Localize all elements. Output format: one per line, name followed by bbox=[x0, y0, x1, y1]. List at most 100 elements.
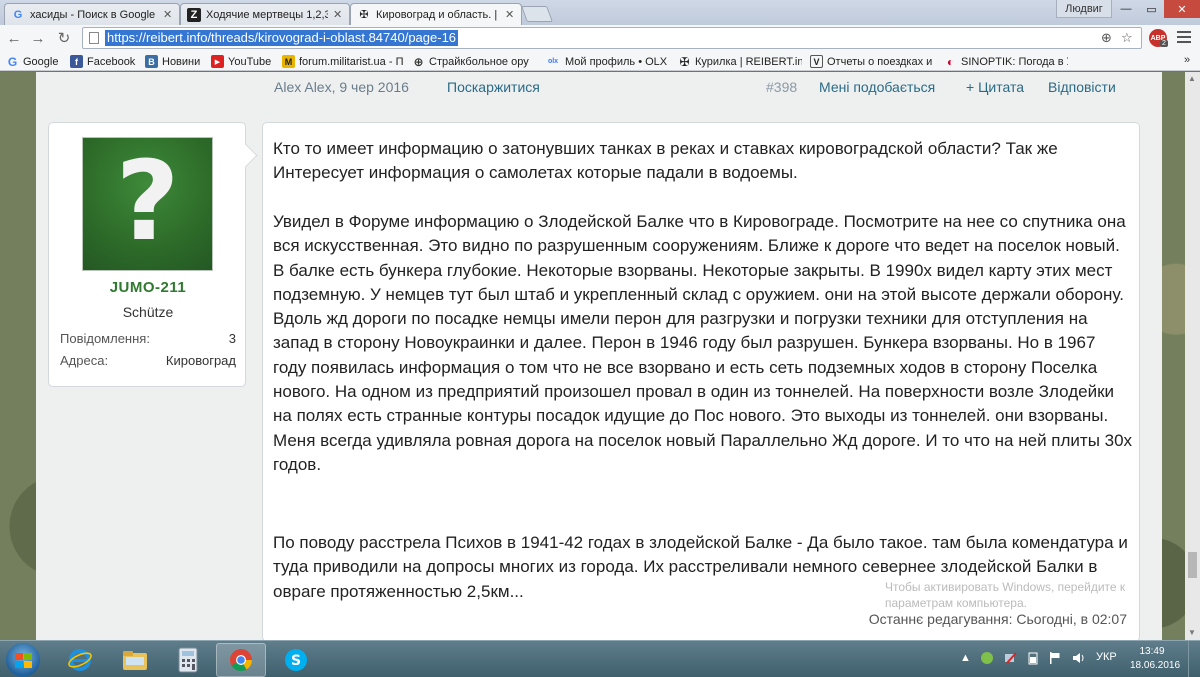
calculator-icon bbox=[178, 647, 198, 673]
reibert-cross-icon: ✠ bbox=[679, 54, 690, 69]
post-message: Кто то имеет информацию о затонувших тан… bbox=[262, 122, 1140, 640]
google-icon: G bbox=[13, 8, 23, 21]
profile-button[interactable]: Людвиг bbox=[1056, 0, 1112, 18]
tray-expand-icon[interactable]: ▲ bbox=[960, 652, 971, 664]
taskbar-explorer[interactable] bbox=[110, 643, 160, 677]
battery-icon[interactable] bbox=[1028, 651, 1038, 668]
zoom-icon[interactable]: ⊕ bbox=[1101, 30, 1112, 46]
bookmark-label: Курилка | REIBERT.inf bbox=[695, 55, 802, 68]
bookmark-label: YouTube bbox=[228, 55, 272, 68]
forward-arrow-icon[interactable]: → bbox=[28, 28, 48, 48]
more-bookmarks-icon[interactable]: » bbox=[1184, 54, 1190, 66]
reibert-cross-icon: ✠ bbox=[359, 9, 369, 21]
bookmark-label: Facebook bbox=[87, 55, 136, 68]
bookmark-airsoft[interactable]: ⊕ Страйкбольное ору bbox=[412, 54, 536, 69]
bookmark-label: Новини bbox=[162, 55, 201, 68]
post-author-date[interactable]: Alex Alex, 9 чер 2016 bbox=[274, 79, 409, 95]
watermark-line: Чтобы активировать Windows, перейдите к bbox=[885, 580, 1126, 594]
previous-post-meta: Alex Alex, 9 чер 2016 Поскаржитися #398 … bbox=[272, 72, 1162, 104]
v-site-icon: V bbox=[810, 55, 823, 68]
watermark-line: параметрам компьютера. bbox=[885, 596, 1027, 610]
bookmark-label: forum.militarist.ua - П bbox=[299, 55, 404, 68]
quote-link[interactable]: + Цитата bbox=[966, 79, 1024, 95]
tab-title: хасиды - Поиск в Google bbox=[30, 8, 156, 21]
show-desktop-button[interactable] bbox=[1188, 641, 1200, 677]
taskbar-skype[interactable]: S bbox=[271, 643, 321, 677]
bookmark-label: SINOPTIK: Погода в У bbox=[961, 55, 1068, 68]
z-site-icon: Z bbox=[187, 7, 201, 22]
bookmark-google[interactable]: G Google bbox=[6, 54, 59, 69]
skype-icon: S bbox=[285, 649, 307, 671]
news-icon: B bbox=[145, 55, 158, 68]
username-link[interactable]: JUMO-211 bbox=[49, 279, 247, 296]
maximize-button[interactable]: ▭ bbox=[1139, 0, 1164, 18]
folder-icon bbox=[123, 651, 147, 670]
start-button[interactable] bbox=[6, 643, 40, 677]
close-tab-icon[interactable]: ✕ bbox=[333, 8, 343, 21]
post-number-link[interactable]: #398 bbox=[766, 79, 797, 95]
page-scrollbar[interactable]: ▲ ▼ bbox=[1185, 72, 1200, 640]
bookmark-star-icon[interactable]: ☆ bbox=[1121, 30, 1133, 46]
clock[interactable]: 13:49 18.06.2016 bbox=[1130, 645, 1181, 673]
web-page: Alex Alex, 9 чер 2016 Поскаржитися #398 … bbox=[0, 72, 1200, 640]
address-bar[interactable]: https://reibert.info/threads/kirovograd-… bbox=[82, 27, 1142, 49]
close-window-button[interactable]: ✕ bbox=[1164, 0, 1200, 18]
location-label: Адреса: bbox=[60, 353, 109, 368]
tab-kirovograd[interactable]: ✠ Кировоград и область. | С ✕ bbox=[350, 3, 522, 25]
taskbar-calculator[interactable] bbox=[163, 643, 213, 677]
bookmark-militarist[interactable]: M forum.militarist.ua - П bbox=[282, 54, 404, 69]
bookmark-sinoptik[interactable]: ◐ SINOPTIK: Погода в У bbox=[944, 54, 1068, 69]
new-tab-button[interactable] bbox=[521, 6, 553, 22]
avatar[interactable]: ? bbox=[82, 137, 213, 271]
close-tab-icon[interactable]: ✕ bbox=[505, 8, 515, 21]
posts-label: Повідомлення: bbox=[60, 331, 150, 346]
menu-icon[interactable] bbox=[1177, 31, 1191, 45]
post-paragraph-2: Увидел в Форуме информацию о Злодейской … bbox=[273, 212, 1133, 474]
bookmark-kurilka[interactable]: ✠ Курилка | REIBERT.inf bbox=[678, 54, 802, 69]
taskbar-chrome[interactable] bbox=[216, 643, 266, 677]
windows-taskbar: S ▲ УКР 13:49 18.06.2016 bbox=[0, 640, 1200, 677]
internet-explorer-icon bbox=[68, 649, 92, 671]
scroll-down-icon[interactable]: ▼ bbox=[1188, 628, 1196, 637]
reply-link[interactable]: Відповісти bbox=[1048, 79, 1116, 95]
posts-count-link[interactable]: 3 bbox=[229, 331, 236, 346]
bookmark-news[interactable]: B Новини bbox=[145, 54, 200, 69]
bookmark-facebook[interactable]: f Facebook bbox=[70, 54, 135, 69]
tab-title: Ходячие мертвецы 1,2,3, bbox=[206, 8, 328, 21]
tray-app-icon[interactable] bbox=[980, 651, 994, 668]
back-arrow-icon[interactable]: ← bbox=[4, 28, 24, 48]
scrollbar-thumb[interactable] bbox=[1188, 552, 1197, 578]
tab-google-search[interactable]: G хасиды - Поиск в Google ✕ bbox=[4, 3, 180, 25]
clock-date: 18.06.2016 bbox=[1130, 660, 1181, 671]
tab-walking-dead[interactable]: Z Ходячие мертвецы 1,2,3, ✕ bbox=[180, 3, 350, 25]
close-tab-icon[interactable]: ✕ bbox=[163, 8, 173, 21]
network-icon[interactable] bbox=[1004, 651, 1018, 668]
location-value: Кировоград bbox=[165, 353, 236, 368]
page-icon bbox=[89, 32, 99, 44]
taskbar-internet-explorer[interactable] bbox=[55, 643, 105, 677]
olx-icon: olx bbox=[547, 58, 559, 65]
volume-icon[interactable] bbox=[1072, 651, 1086, 668]
chrome-icon bbox=[230, 649, 252, 671]
minimize-button[interactable]: — bbox=[1113, 0, 1139, 18]
user-location-stat: Адреса: Кировоград bbox=[60, 353, 236, 368]
scroll-up-icon[interactable]: ▲ bbox=[1188, 74, 1196, 83]
facebook-icon: f bbox=[70, 55, 83, 68]
bookmark-olx[interactable]: olx Мой профиль • OLX. bbox=[545, 54, 667, 69]
language-indicator[interactable]: УКР bbox=[1096, 651, 1117, 663]
last-edited-note: Останнє редагування: Сьогодні, в 02:07 bbox=[868, 611, 1127, 627]
youtube-icon: ▶ bbox=[211, 55, 224, 68]
bookmark-youtube[interactable]: ▶ YouTube bbox=[211, 54, 271, 69]
browser-toolbar: ← → ↻ https://reibert.info/threads/kirov… bbox=[0, 25, 1200, 51]
bookmark-trip-reports[interactable]: V Отчеты о поездках и bbox=[810, 54, 936, 69]
report-link[interactable]: Поскаржитися bbox=[447, 79, 540, 95]
url-text[interactable]: https://reibert.info/threads/kirovograd-… bbox=[105, 30, 459, 46]
user-posts-stat: Повідомлення: 3 bbox=[60, 331, 236, 346]
adblock-count-badge: 2 bbox=[1160, 40, 1168, 47]
google-icon: G bbox=[7, 54, 18, 69]
flag-icon[interactable] bbox=[1048, 651, 1062, 668]
reload-icon[interactable]: ↻ bbox=[54, 28, 74, 48]
bookmark-label: Google bbox=[23, 55, 59, 68]
windows-activation-watermark: Чтобы активировать Windows, перейдите к … bbox=[885, 579, 1125, 611]
like-link[interactable]: Мені подобається bbox=[819, 79, 935, 95]
